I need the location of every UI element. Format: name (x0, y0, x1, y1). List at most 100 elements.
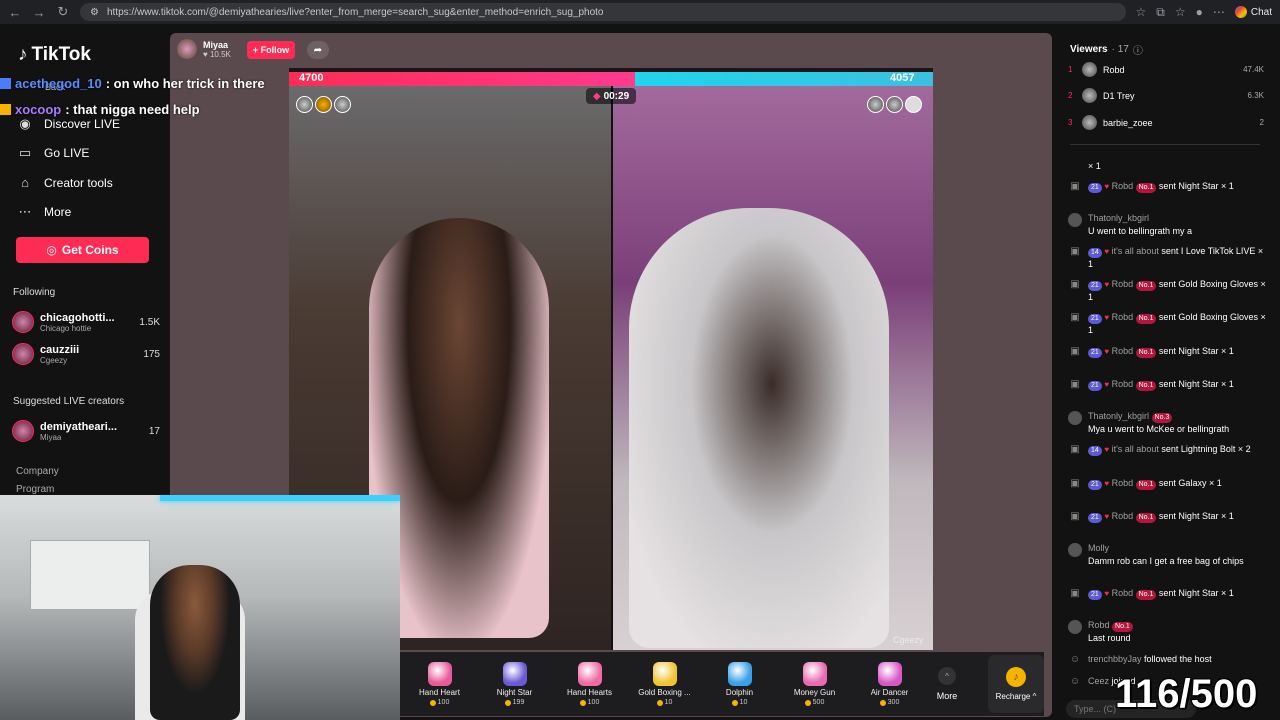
host-name: Miyaa (203, 39, 229, 50)
tiktok-logo[interactable]: ♪ TikTok (18, 44, 91, 66)
chat-username[interactable]: Robd (1112, 588, 1134, 598)
avatar (1068, 213, 1082, 227)
gift-item[interactable]: Hand Heart 100 (402, 662, 477, 706)
chat-username[interactable]: trenchbbyJay (1088, 654, 1142, 664)
chat-username[interactable]: Robd (1112, 279, 1134, 289)
chat-username[interactable]: it's all about (1112, 246, 1159, 256)
chat-username[interactable]: Ceez (1088, 676, 1109, 686)
gift-item[interactable]: Money Gun 500 (777, 662, 852, 706)
chat-username[interactable]: Robd (1088, 620, 1110, 630)
back-arrow-icon[interactable]: ← (8, 5, 22, 20)
profile-icon[interactable]: ● (1196, 5, 1203, 19)
browser-chat-button[interactable]: Chat (1234, 6, 1272, 18)
chat-username[interactable]: Robd (1112, 312, 1134, 322)
menu-dots-icon[interactable]: ⋯ (1213, 5, 1225, 19)
favorites-icon[interactable]: ☆ (1175, 5, 1186, 19)
right-top-gifters[interactable] (867, 96, 922, 113)
get-coins-button[interactable]: ◎ Get Coins (16, 237, 149, 263)
gift-item[interactable]: Hand Hearts 100 (552, 662, 627, 706)
follow-button[interactable]: + Follow (247, 41, 295, 59)
share-icon[interactable]: ➦ (307, 41, 329, 59)
sidebar-item-more[interactable]: ⋯ More (16, 204, 72, 220)
gift-item[interactable]: Night Star 199 (477, 662, 552, 706)
viewer-name: Robd (1103, 64, 1125, 75)
address-bar[interactable]: ⚙ https://www.tiktok.com/@demiyathearies… (80, 3, 1126, 21)
viewer-row[interactable]: 3 barbie_zoee 2 (1068, 115, 1264, 130)
chat-username[interactable]: Robd (1112, 181, 1134, 191)
gift-price-value: 100 (587, 699, 600, 706)
level-badge: 21 (1088, 381, 1102, 391)
chat-label: Chat (1250, 6, 1272, 18)
gift-name: Dolphin (725, 688, 754, 697)
chat-username[interactable]: Molly (1088, 543, 1109, 553)
creator-name: chicagohotti... (40, 311, 115, 324)
gift-item[interactable]: Gold Boxing ... 10 (627, 662, 702, 706)
twitch-badge-icon (0, 78, 11, 89)
browser-toolbar: ← → ↻ ⚙ https://www.tiktok.com/@demiyath… (0, 0, 1280, 24)
footer-link-company[interactable]: Company (16, 466, 59, 477)
extensions-icon[interactable]: ⧉ (1156, 5, 1165, 20)
more-gifts-button[interactable]: ^ More (927, 667, 967, 701)
chat-username[interactable]: Robd (1112, 511, 1134, 521)
chat-username[interactable]: Thatonly_kbgirl (1088, 213, 1149, 223)
gift-box-icon: ▣ (1070, 444, 1080, 455)
avatar (12, 343, 34, 365)
footer-link-program[interactable]: Program (16, 484, 54, 495)
chat-username[interactable]: Robd (1112, 379, 1134, 389)
bookmark-star-icon[interactable]: ☆ (1136, 5, 1147, 19)
chat-text: sent Lightning Bolt × 2 (1161, 444, 1251, 454)
rank-badge: No.1 (1112, 622, 1133, 632)
following-creator[interactable]: chicagohotti... Chicago hottie 1.5K (12, 311, 160, 333)
viewers-header[interactable]: Viewers · 17 ⓘ (1070, 42, 1143, 57)
tiktok-note-icon: ♪ (18, 44, 28, 65)
sidebar-item-discover-live[interactable]: ◉ Discover LIVE (16, 116, 120, 132)
gift-price-value: 10 (664, 699, 673, 706)
sidebar-item-creator-tools[interactable]: ⌂ Creator tools (16, 175, 113, 190)
gift-name: Hand Heart (419, 688, 460, 697)
reload-icon[interactable]: ↻ (56, 4, 70, 20)
gift-box-icon: ▣ (1070, 379, 1080, 390)
chat-username[interactable]: Robd (1112, 346, 1134, 356)
level-badge: 21 (1088, 480, 1102, 490)
sidebar-item-label: More (44, 205, 72, 219)
info-icon[interactable]: ⓘ (1133, 42, 1143, 57)
url-text: https://www.tiktok.com/@demiyathearies/l… (106, 6, 604, 18)
gift-message: ▣ 21 ♥ Robd No.1 sent Gold Boxing Gloves … (1068, 311, 1268, 337)
site-info-icon[interactable]: ⚙ (90, 7, 99, 18)
viewer-count: 175 (143, 348, 160, 360)
creator-sub: Chicago hottie (40, 323, 92, 333)
rank-badge: No.1 (1135, 381, 1157, 391)
viewer-score: 47.4K (1243, 65, 1264, 74)
overlay-chat-line: acethegod_10 : on who her trick in there (0, 76, 265, 91)
gift-price-value: 300 (887, 699, 900, 706)
wall-shelf (30, 540, 150, 610)
suggested-creator[interactable]: demiyatheari... Miyaa 17 (12, 420, 160, 442)
gift-name: Hand Hearts (567, 688, 612, 697)
viewer-row[interactable]: 1 Robd 47.4K (1068, 62, 1264, 77)
user-icon: ☺ (1069, 654, 1081, 665)
viewer-row[interactable]: 2 D1 Trey 6.3K (1068, 88, 1264, 103)
viewer-rank: 1 (1068, 65, 1073, 74)
viewer-name: barbie_zoee (1103, 117, 1153, 128)
host-info[interactable]: Miyaa ♥ 10.5K (177, 39, 231, 59)
chat-text: Last round (1088, 633, 1131, 643)
level-badge: 21 (1088, 590, 1102, 600)
avatar (296, 96, 313, 113)
gift-icon (652, 662, 677, 686)
gift-item[interactable]: Dolphin 10 (702, 662, 777, 706)
goal-counter: 116/500 (1115, 672, 1258, 716)
gift-name: Gold Boxing ... (638, 688, 691, 697)
following-creator[interactable]: cauzziii Cgeezy 175 (12, 343, 160, 365)
sidebar-item-go-live[interactable]: ▭ Go LIVE (16, 145, 90, 161)
chat-username[interactable]: it's all about (1112, 444, 1159, 454)
gift-box-icon: ▣ (1070, 478, 1080, 489)
chat-username[interactable]: Robd (1112, 478, 1134, 488)
score-right: 4057 (890, 72, 915, 84)
chat-username[interactable]: Thatonly_kbgirl (1088, 411, 1149, 421)
gift-price: 10 (731, 699, 747, 706)
gift-item[interactable]: Air Dancer 300 (852, 662, 927, 706)
recharge-button[interactable]: ♪ Recharge ^ (988, 655, 1044, 713)
forward-arrow-icon[interactable]: → (32, 5, 46, 20)
chat-panel (1060, 33, 1280, 720)
left-top-gifters[interactable] (296, 96, 351, 113)
